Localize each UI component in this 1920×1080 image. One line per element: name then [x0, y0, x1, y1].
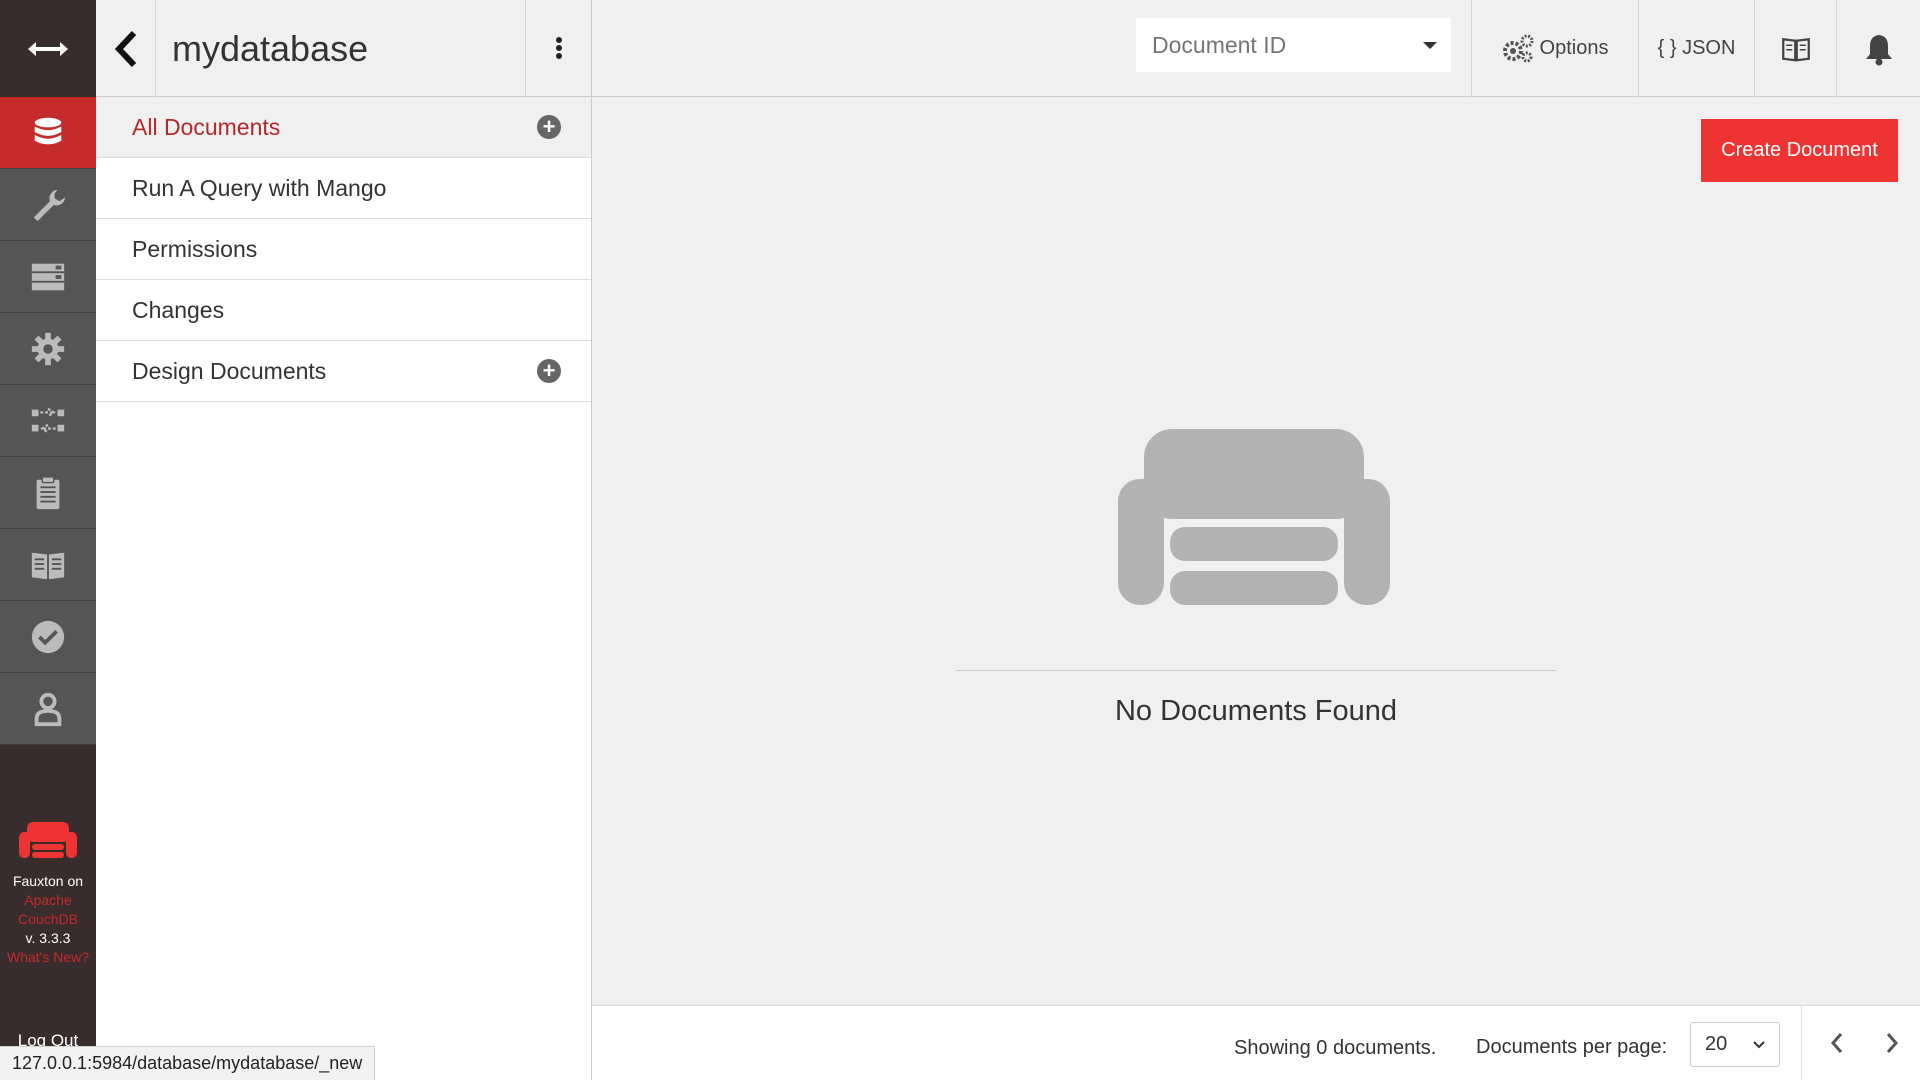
status-bar-url: 127.0.0.1:5984/database/mydatabase/_new — [0, 1046, 376, 1080]
vertical-ellipsis-icon — [555, 37, 562, 59]
per-page-label: Documents per page: — [1476, 1036, 1668, 1058]
nav-setup[interactable] — [0, 169, 96, 241]
document-id-search[interactable] — [1136, 18, 1451, 72]
rail-footer: Fauxton on Apache CouchDB v. 3.3.3 What'… — [0, 820, 96, 967]
couchdb-link[interactable]: CouchDB — [0, 910, 96, 929]
documentation-button[interactable] — [1754, 0, 1836, 97]
apache-link[interactable]: Apache — [0, 891, 96, 910]
version-label: v. 3.3.3 — [25, 930, 71, 946]
wrench-icon — [33, 189, 66, 221]
pagination-footer: Showing 0 documents. Documents per page:… — [592, 1005, 1920, 1080]
chevron-left-icon — [114, 30, 136, 67]
expand-arrows-icon — [28, 41, 68, 56]
nav-documentation[interactable] — [0, 529, 96, 601]
clipboard-icon — [36, 475, 60, 509]
sidebar-item-permissions[interactable]: Permissions — [96, 219, 591, 280]
sidebar-item-changes[interactable]: Changes — [96, 280, 591, 341]
whats-new-link[interactable]: What's New? — [0, 948, 96, 967]
couchdb-logo-icon — [19, 822, 77, 858]
json-label: { } JSON — [1657, 37, 1736, 59]
sidebar-item-label: Changes — [132, 296, 225, 323]
sidebar-item-mango-query[interactable]: Run A Query with Mango — [96, 158, 591, 219]
database-header: mydatabase — [96, 0, 592, 97]
book-icon — [31, 552, 65, 579]
chevron-right-icon[interactable] — [1882, 1028, 1902, 1058]
empty-state-divider — [956, 670, 1556, 671]
document-id-input[interactable] — [1152, 31, 1402, 59]
replication-icon — [31, 407, 65, 433]
options-button[interactable]: Options — [1471, 0, 1638, 97]
per-page-select[interactable]: 20 — [1690, 1022, 1780, 1067]
create-document-button[interactable]: Create Document — [1701, 119, 1898, 182]
empty-state-message: No Documents Found — [1114, 695, 1398, 727]
showing-count: Showing 0 documents. — [1234, 1037, 1437, 1059]
sidebar-item-all-documents[interactable]: All Documents + — [96, 97, 591, 158]
chevron-left-icon[interactable] — [1827, 1028, 1847, 1058]
fauxton-label: Fauxton on — [12, 873, 84, 889]
chevron-down-icon — [1753, 1041, 1765, 1049]
nav-databases[interactable] — [0, 97, 96, 169]
nav-config[interactable] — [0, 313, 96, 385]
caret-down-icon[interactable] — [1423, 42, 1437, 49]
nav-replication[interactable] — [0, 385, 96, 457]
sidebar-item-label: Permissions — [132, 235, 258, 262]
primary-nav-rail: Fauxton on Apache CouchDB v. 3.3.3 What'… — [0, 0, 96, 1080]
top-toolbar: Options { } JSON — [592, 0, 1920, 97]
sidebar-item-design-documents[interactable]: Design Documents + — [96, 341, 591, 402]
nav-active-tasks[interactable] — [0, 241, 96, 313]
server-icon — [31, 263, 65, 290]
database-options-menu[interactable] — [525, 0, 591, 96]
options-label: Options — [1539, 37, 1609, 59]
back-button[interactable] — [96, 0, 156, 97]
sidebar-item-label: Run A Query with Mango — [132, 174, 387, 201]
database-icon — [34, 117, 62, 144]
json-button[interactable]: { } JSON — [1638, 0, 1754, 97]
notifications-button[interactable] — [1836, 0, 1920, 97]
couch-icon — [1118, 429, 1390, 605]
nav-logs[interactable] — [0, 457, 96, 529]
toggle-nav-button[interactable] — [0, 0, 96, 97]
user-icon — [34, 692, 62, 726]
nav-verify[interactable] — [0, 601, 96, 673]
gears-icon — [1502, 34, 1534, 62]
sidebar-item-label: All Documents — [132, 113, 281, 140]
database-title: mydatabase — [172, 28, 369, 69]
book-icon — [1781, 37, 1810, 62]
add-document-plus-icon[interactable]: + — [537, 115, 561, 139]
nav-user[interactable] — [0, 673, 96, 745]
add-design-doc-plus-icon[interactable]: + — [537, 359, 561, 383]
sidebar-item-label: Design Documents — [132, 357, 327, 384]
per-page-value: 20 — [1705, 1033, 1728, 1055]
bell-icon — [1865, 34, 1892, 65]
database-sidebar: All Documents + Run A Query with Mango P… — [96, 97, 592, 1080]
pager-divider — [1801, 1006, 1802, 1080]
gear-icon — [31, 332, 65, 365]
check-circle-icon — [31, 620, 65, 653]
